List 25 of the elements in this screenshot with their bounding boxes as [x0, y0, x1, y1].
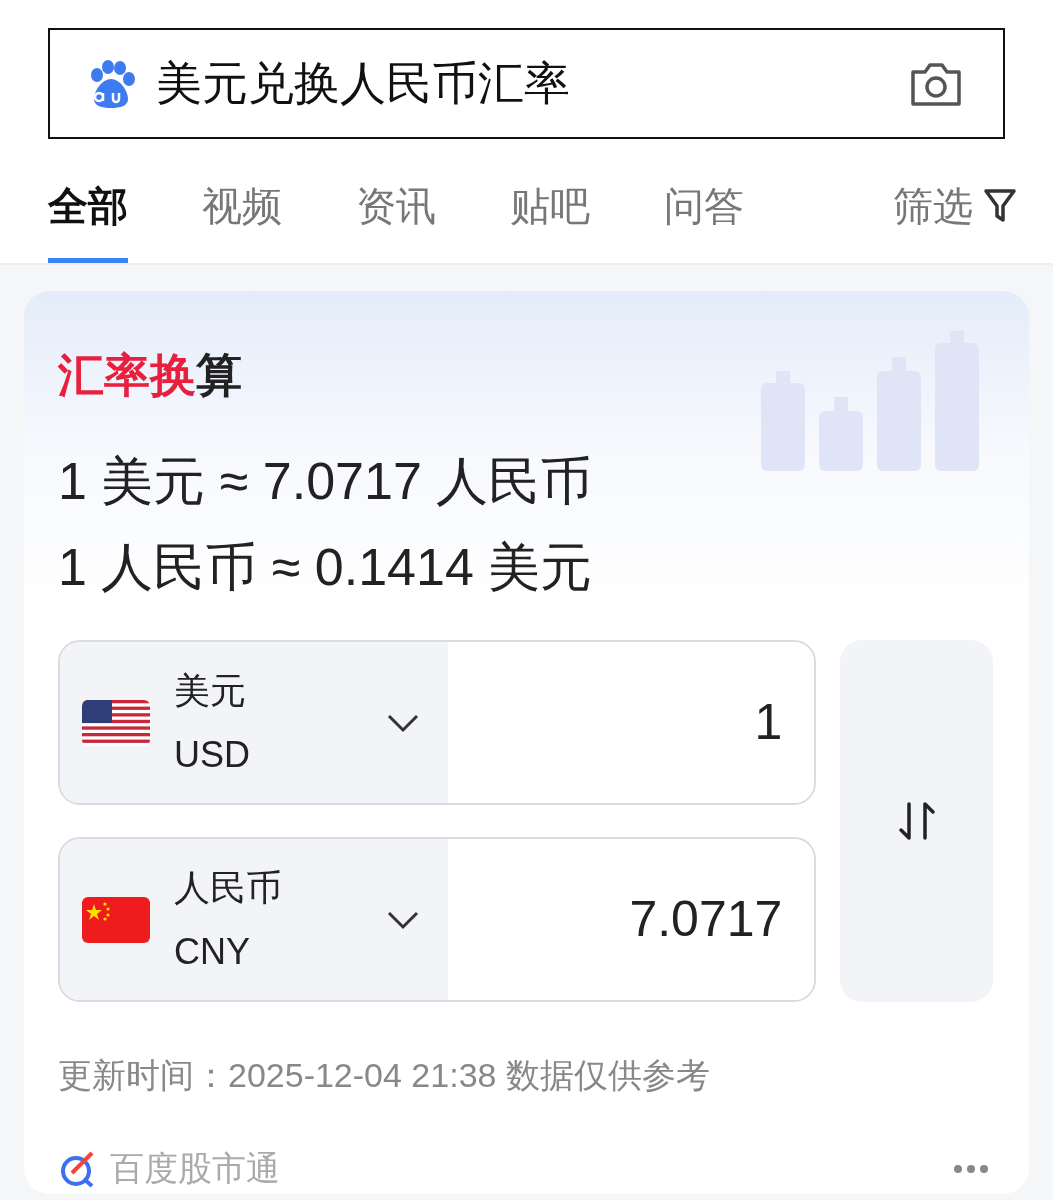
tab[interactable]: 资讯 [356, 176, 436, 263]
search-field[interactable]: 美元兑换人民币汇率 [156, 49, 889, 118]
filter-icon [983, 187, 1017, 225]
chevron-down-icon [386, 909, 420, 930]
flag-icon [82, 699, 150, 746]
flag-icon [82, 896, 150, 943]
currency-name: 美元 [174, 668, 247, 713]
currency-code: USD [174, 732, 251, 777]
currency-select[interactable]: 美元 USD [60, 642, 448, 803]
filter-button[interactable]: 筛选 [893, 176, 1017, 263]
swap-icon [896, 800, 937, 842]
update-time-text: 更新时间：2025-12-04 21:38 数据仅供参考 [58, 1055, 711, 1096]
rate-text: 1 美元 ≈ 7.0717 人民币 [58, 451, 594, 512]
source-text: 百度股市通 [110, 1148, 280, 1189]
search-bar[interactable]: 美元兑换人民币汇率 [48, 28, 1005, 139]
currency-select[interactable]: 人民币 CNY [60, 839, 448, 1000]
chevron-down-icon [386, 712, 420, 733]
tab[interactable]: 问答 [664, 176, 744, 263]
tab[interactable]: 视频 [202, 176, 282, 263]
currency-code: CNY [174, 929, 251, 974]
tab[interactable]: 贴吧 [510, 176, 590, 263]
card-title: 汇率换算 [58, 348, 243, 403]
more-icon[interactable] [953, 1163, 989, 1174]
currency-name: 人民币 [174, 865, 283, 910]
rate-text: 1 人民币 ≈ 0.1414 美元 [58, 537, 594, 598]
